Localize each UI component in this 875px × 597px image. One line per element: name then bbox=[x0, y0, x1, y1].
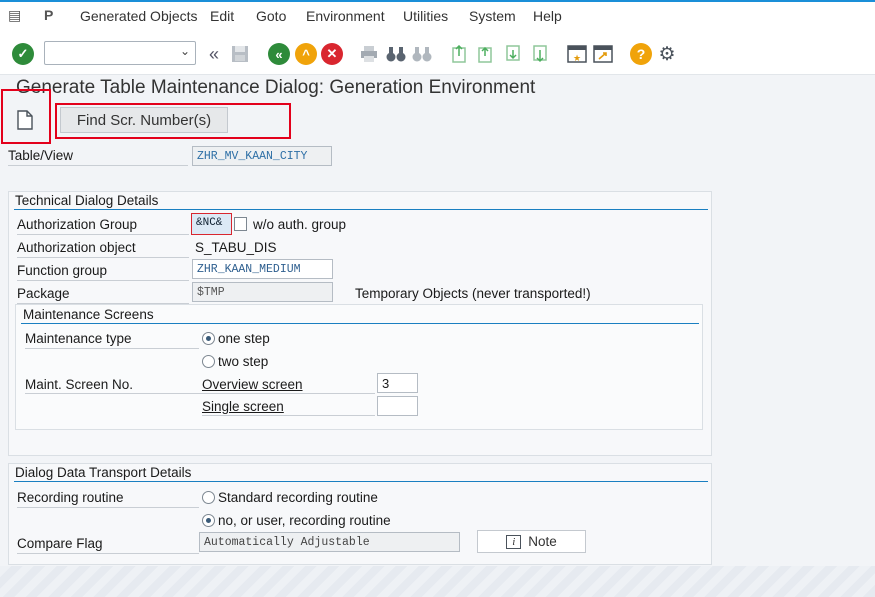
page-title: Generate Table Maintenance Dialog: Gener… bbox=[16, 77, 536, 98]
save-icon[interactable] bbox=[229, 43, 251, 65]
menu-edit[interactable]: Edit bbox=[210, 8, 234, 24]
function-group-field[interactable]: ZHR_KAAN_MEDIUM bbox=[192, 259, 333, 279]
first-page-icon[interactable] bbox=[449, 43, 471, 65]
authorization-object-label: Authorization object bbox=[17, 240, 189, 258]
maintenance-screens-title: Maintenance Screens bbox=[23, 307, 154, 322]
group-divider bbox=[14, 481, 708, 482]
find-next-icon[interactable] bbox=[411, 43, 433, 65]
menu-help[interactable]: Help bbox=[533, 8, 562, 24]
user-menu-icon[interactable]: P bbox=[44, 7, 53, 23]
back-green-icon[interactable]: « bbox=[268, 43, 290, 65]
exit-icon[interactable]: ^ bbox=[295, 43, 317, 65]
maintenance-type-label: Maintenance type bbox=[25, 331, 199, 349]
chevron-down-icon[interactable]: ⌄ bbox=[180, 44, 190, 58]
footer-background bbox=[0, 566, 875, 597]
two-step-label: two step bbox=[218, 354, 269, 369]
next-page-icon[interactable] bbox=[503, 43, 525, 65]
menu-bar: ▤ P Generated Objects Edit Goto Environm… bbox=[0, 2, 875, 31]
note-button[interactable]: i Note bbox=[477, 530, 586, 553]
check-icon[interactable]: ✓ bbox=[12, 43, 34, 65]
help-icon[interactable]: ? bbox=[630, 43, 652, 65]
info-icon: i bbox=[506, 534, 522, 549]
single-screen-link[interactable]: Single screen bbox=[202, 399, 284, 414]
authorization-group-field[interactable]: &NC& bbox=[191, 213, 232, 235]
menu-generated-objects[interactable]: Generated Objects bbox=[80, 8, 198, 24]
technical-dialog-title: Technical Dialog Details bbox=[15, 193, 159, 208]
no-user-recording-label: no, or user, recording routine bbox=[218, 513, 391, 528]
back-icon[interactable]: « bbox=[203, 43, 225, 65]
svg-text:★: ★ bbox=[573, 54, 581, 63]
row-divider bbox=[25, 393, 375, 394]
group-divider bbox=[21, 323, 699, 324]
package-field: $TMP bbox=[192, 282, 333, 302]
table-view-label: Table/View bbox=[8, 148, 188, 166]
standard-recording-radio[interactable] bbox=[202, 491, 215, 504]
single-screen-field[interactable] bbox=[377, 396, 418, 416]
find-screen-numbers-button[interactable]: Find Scr. Number(s) bbox=[60, 107, 228, 133]
authorization-group-label: Authorization Group bbox=[17, 217, 189, 235]
no-user-recording-radio[interactable] bbox=[202, 514, 215, 527]
one-step-label: one step bbox=[218, 331, 270, 346]
settings-icon[interactable]: ⚙ bbox=[656, 43, 678, 65]
last-page-icon[interactable] bbox=[530, 43, 552, 65]
standard-toolbar: ✓ ⌄ « « ^ ✕ ★ ? ⚙ bbox=[0, 31, 875, 75]
menu-goto[interactable]: Goto bbox=[256, 8, 286, 24]
menu-environment[interactable]: Environment bbox=[306, 8, 385, 24]
overview-screen-field[interactable]: 3 bbox=[377, 373, 418, 393]
compare-flag-field: Automatically Adjustable bbox=[199, 532, 460, 552]
package-text: Temporary Objects (never transported!) bbox=[355, 286, 591, 301]
group-divider bbox=[14, 209, 708, 210]
recording-routine-label: Recording routine bbox=[17, 490, 199, 508]
new-document-icon[interactable] bbox=[16, 110, 34, 130]
compare-flag-label: Compare Flag bbox=[17, 536, 199, 554]
new-window-icon[interactable]: ★ bbox=[566, 43, 588, 65]
table-view-field: ZHR_MV_KAAN_CITY bbox=[192, 146, 332, 166]
cancel-icon[interactable]: ✕ bbox=[321, 43, 343, 65]
search-help-icon[interactable] bbox=[234, 217, 247, 231]
command-field[interactable]: ⌄ bbox=[44, 41, 196, 65]
overview-screen-link[interactable]: Overview screen bbox=[202, 377, 303, 392]
find-icon[interactable] bbox=[385, 43, 407, 65]
package-label: Package bbox=[17, 286, 189, 304]
function-group-label: Function group bbox=[17, 263, 189, 281]
standard-recording-label: Standard recording routine bbox=[218, 490, 378, 505]
shortcut-icon[interactable] bbox=[592, 43, 614, 65]
previous-page-icon[interactable] bbox=[475, 43, 497, 65]
menu-system[interactable]: System bbox=[469, 8, 516, 24]
menu-icon[interactable]: ▤ bbox=[8, 7, 21, 24]
row-divider bbox=[202, 415, 375, 416]
one-step-radio[interactable] bbox=[202, 332, 215, 345]
authorization-group-text: w/o auth. group bbox=[253, 217, 347, 232]
authorization-object-value: S_TABU_DIS bbox=[195, 240, 277, 255]
dialog-transport-title: Dialog Data Transport Details bbox=[15, 465, 192, 480]
note-label: Note bbox=[528, 534, 557, 549]
menu-utilities[interactable]: Utilities bbox=[403, 8, 448, 24]
print-icon[interactable] bbox=[358, 43, 380, 65]
two-step-radio[interactable] bbox=[202, 355, 215, 368]
maint-screen-no-label: Maint. Screen No. bbox=[25, 377, 134, 392]
